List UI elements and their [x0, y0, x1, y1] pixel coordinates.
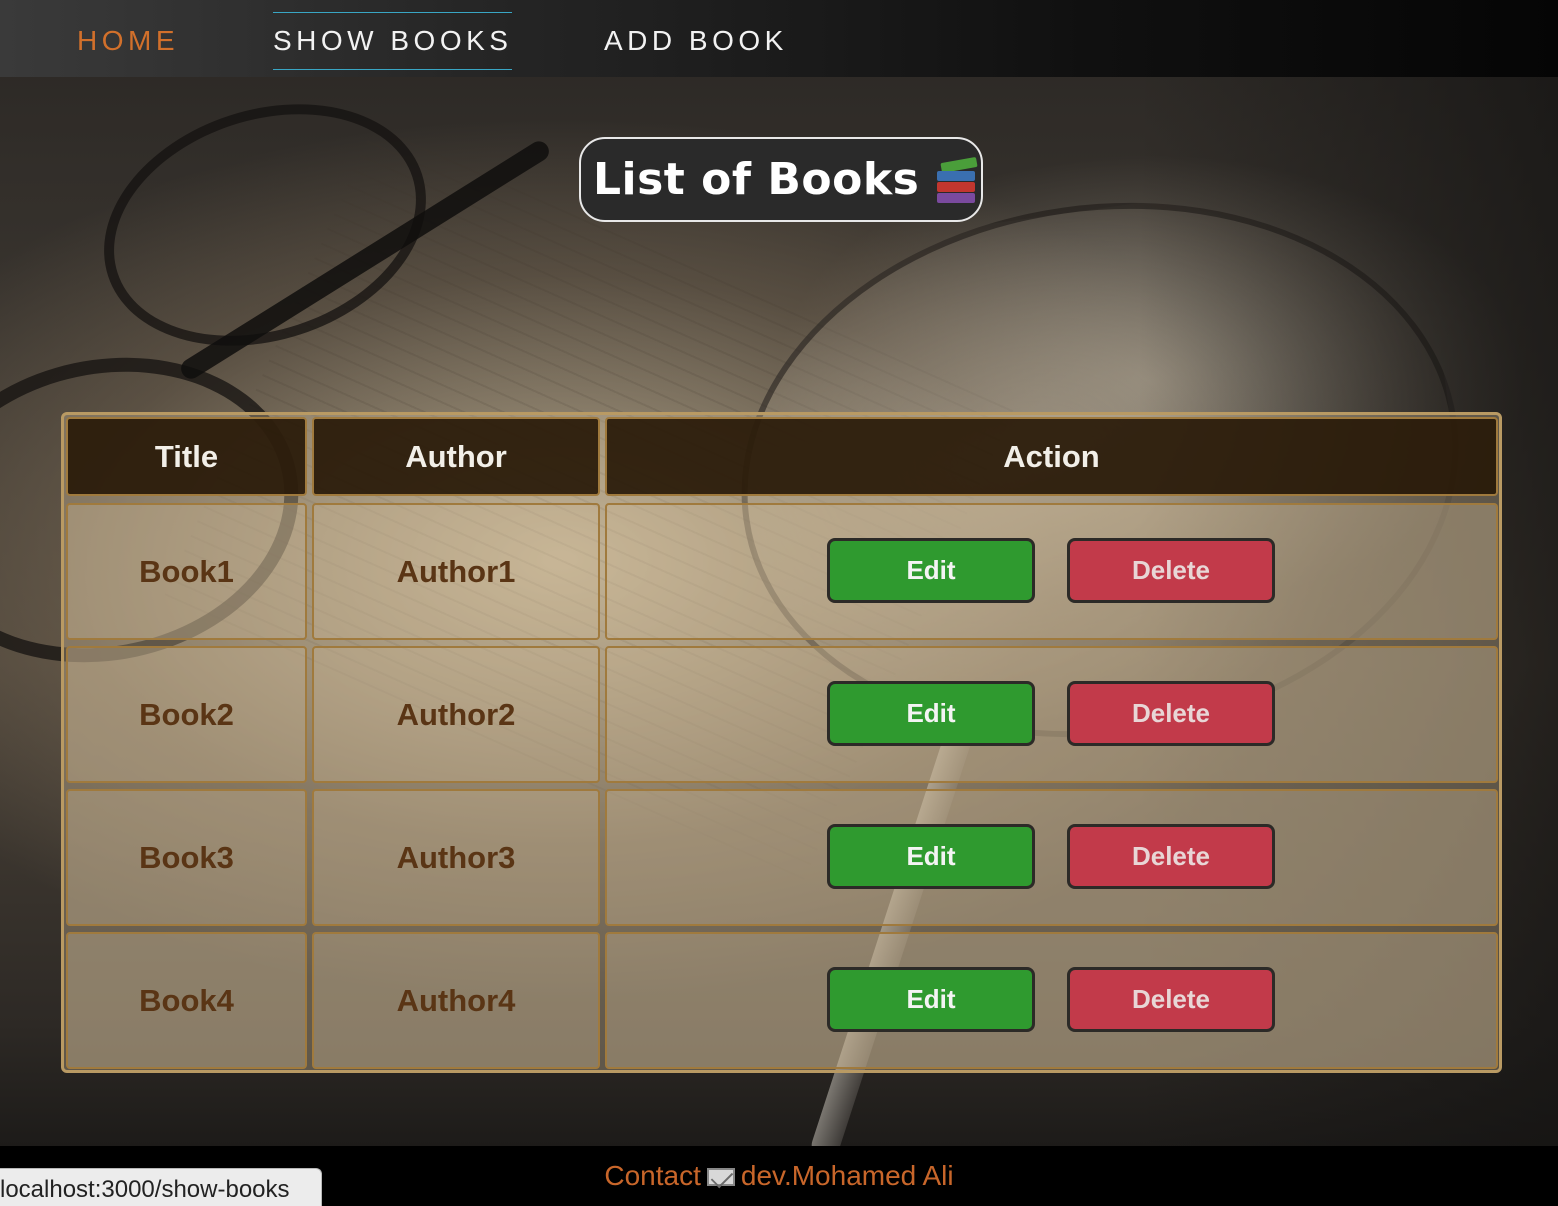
table-cell-action [605, 789, 1498, 926]
page-title: List of Books [593, 154, 920, 205]
edit-button[interactable]: Edit [827, 681, 1035, 746]
footer-contact-label: Contact [604, 1160, 701, 1191]
books-table: Title Author Action Book1 Author1 Book2 … [61, 412, 1502, 1073]
status-bar-url: localhost:3000/show-books [0, 1168, 322, 1206]
table-cell-author: Author4 [312, 932, 600, 1069]
table-header-title: Title [66, 417, 307, 496]
table-cell-author: Author2 [312, 646, 600, 783]
delete-button[interactable]: Delete [1067, 681, 1275, 746]
table-cell-title: Book4 [66, 932, 307, 1069]
status-bar-url-text: localhost:3000/show-books [0, 1176, 290, 1203]
mail-icon [706, 1168, 735, 1186]
table-cell-author: Author1 [312, 503, 600, 640]
delete-button[interactable]: Delete [1067, 538, 1275, 603]
delete-button[interactable]: Delete [1067, 824, 1275, 889]
edit-button[interactable]: Edit [827, 538, 1035, 603]
delete-button[interactable]: Delete [1067, 967, 1275, 1032]
footer-author-link[interactable]: dev.Mohamed Ali [741, 1160, 954, 1191]
nav-show-books-link[interactable]: SHOW BOOKS [273, 12, 513, 70]
nav-home-link[interactable]: HOME [77, 12, 179, 70]
table-cell-action [605, 646, 1498, 783]
edit-button[interactable]: Edit [827, 824, 1035, 889]
table-header-author: Author [312, 417, 600, 496]
books-icon [935, 156, 979, 203]
table-header-action: Action [605, 417, 1498, 496]
table-cell-action [605, 503, 1498, 640]
nav-add-book-link[interactable]: ADD BOOK [604, 12, 788, 70]
table-cell-title: Book1 [66, 503, 307, 640]
table-cell-author: Author3 [312, 789, 600, 926]
edit-button[interactable]: Edit [827, 967, 1035, 1032]
navbar: HOME SHOW BOOKS ADD BOOK [0, 0, 1558, 77]
page-title-container: List of Books [579, 137, 983, 222]
table-cell-action [605, 932, 1498, 1069]
table-cell-title: Book3 [66, 789, 307, 926]
table-cell-title: Book2 [66, 646, 307, 783]
